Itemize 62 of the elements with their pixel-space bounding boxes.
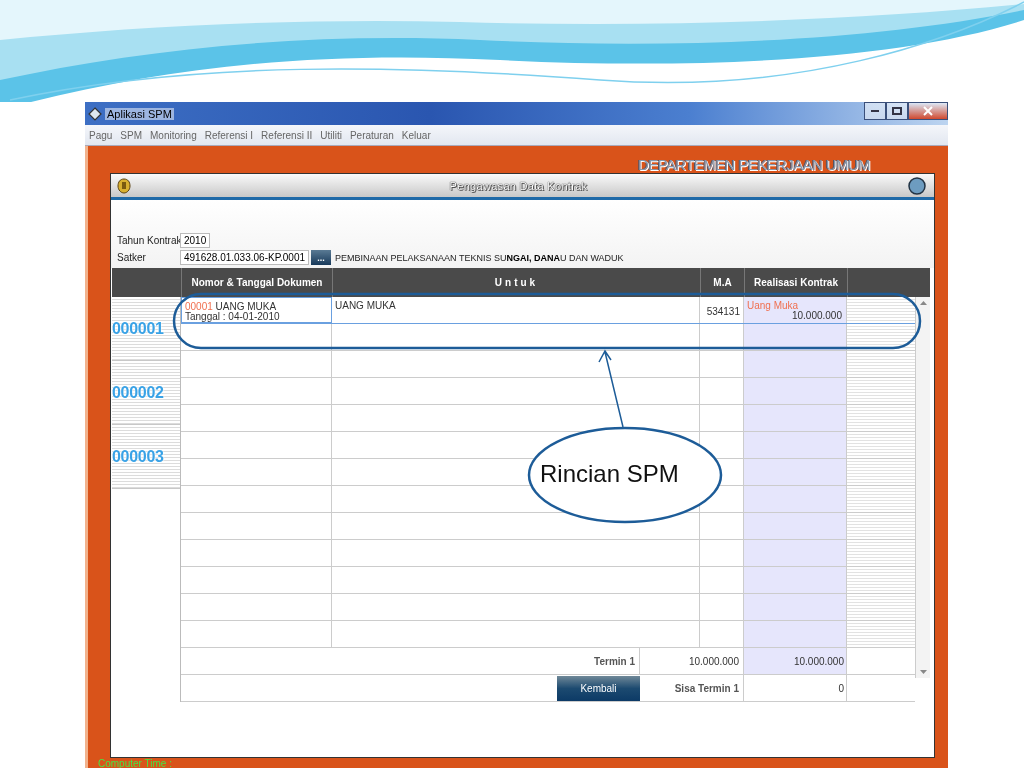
column-header: Untuk [332, 268, 700, 297]
maximize-button[interactable] [886, 102, 908, 120]
realisasi-label: Uang Muka [747, 300, 799, 311]
total-value: 0 [838, 682, 844, 694]
table-cell [847, 621, 915, 647]
browse-button[interactable]: ... [311, 250, 332, 265]
table-cell [847, 405, 915, 431]
column-header: Nomor & Tanggal Dokumen [181, 268, 332, 297]
table-row[interactable]: 00001 UANG MUKA Tanggal : 04-01-2010 UANG MUKA 534131 Uang Muka 10.000.000 [181, 297, 915, 324]
menu-item[interactable]: Referensi I [200, 129, 258, 141]
group-number: 000003 [112, 447, 164, 466]
total-value: 10.000.000 [688, 655, 739, 667]
close-icon [923, 106, 933, 116]
back-button[interactable]: Kembali [557, 675, 640, 701]
menu-item[interactable]: Utiliti [316, 129, 346, 141]
column-header: M.A [700, 268, 744, 297]
diamond-icon [88, 106, 102, 121]
satker-description: PEMBINAAN PELAKSANAAN TEKNIS SUNGAI, DANAU DAN WADUK [335, 252, 624, 263]
document-date: Tanggal : 04-01-2010 [185, 311, 280, 322]
menu-item[interactable]: Monitoring [146, 129, 201, 141]
table-cell: 534131 [706, 306, 740, 317]
total-label: Sisa Termin 1 [674, 682, 739, 694]
minimize-icon [870, 109, 880, 113]
input-field[interactable]: 2010 [180, 233, 211, 248]
emblem-icon [117, 177, 131, 194]
field-label: Tahun Kontrak [117, 235, 180, 246]
total-label: Termin 1 [594, 655, 635, 667]
dialog-title: Pengawasan Data Kontrak [449, 179, 588, 192]
circle-button-icon[interactable] [906, 176, 928, 195]
close-button[interactable] [908, 102, 948, 120]
document-title: UANG MUKA [215, 301, 277, 312]
scroll-down-icon[interactable] [919, 670, 927, 674]
table-cell [847, 297, 915, 323]
table-cell [847, 351, 915, 377]
total-value: 10.000.000 [793, 655, 844, 667]
table-cell [847, 459, 915, 485]
menu-item[interactable]: Keluar [397, 129, 435, 141]
table-cell [847, 513, 915, 539]
callout-label: Rincian SPM [540, 460, 679, 488]
maximize-icon [892, 107, 902, 115]
table-cell [847, 567, 915, 593]
group-number: 000001 [112, 319, 164, 338]
window-title: Aplikasi SPM [105, 107, 174, 120]
table-cell [847, 540, 915, 566]
menu-item[interactable]: SPM [116, 129, 147, 141]
document-number: 00001 [185, 301, 213, 312]
table-cell [847, 324, 915, 350]
table-cell [847, 432, 915, 458]
menu-item[interactable]: Pagu [85, 129, 117, 141]
input-field[interactable]: 491628.01.033.06-KP.0001 [180, 250, 310, 265]
table-cell: UANG MUKA [335, 300, 396, 311]
group-number: 000002 [112, 383, 164, 402]
table-cell [847, 486, 915, 512]
table-cell [847, 378, 915, 404]
table-cell [847, 594, 915, 620]
menu-item[interactable]: Referensi II [257, 129, 317, 141]
minimize-button[interactable] [864, 102, 886, 120]
scroll-up-icon[interactable] [919, 301, 927, 305]
banner-text: DEPARTEMEN PEKERJAAN UMUM [638, 156, 870, 173]
realisasi-amount: 10.000.000 [791, 310, 842, 321]
menu-item[interactable]: Peraturan [345, 129, 398, 141]
field-label: Satker [117, 252, 147, 263]
